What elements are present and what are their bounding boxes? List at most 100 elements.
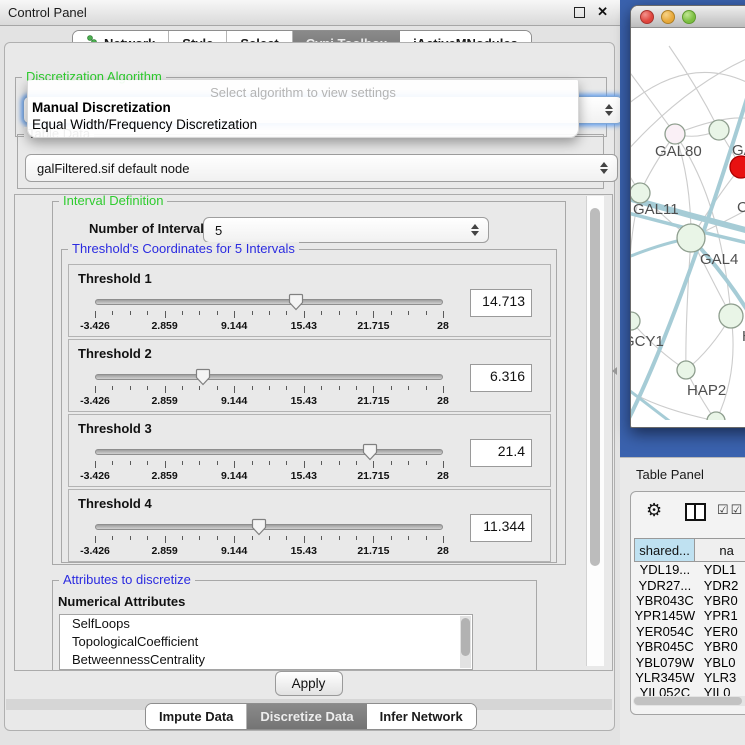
slider-tick-label: 15.43	[291, 320, 317, 332]
table-cell-name: YER0	[696, 624, 745, 639]
close-traffic-light-icon[interactable]	[640, 10, 654, 24]
tab-infer-network[interactable]: Infer Network	[367, 704, 476, 729]
select-columns-checkbox-icons[interactable]: ☑☑	[717, 502, 744, 518]
table-cell-shared-name: YPR145W	[634, 608, 696, 623]
slider-track	[95, 299, 443, 305]
threshold-label: Threshold 4	[78, 496, 152, 511]
settings-scrollbar[interactable]	[586, 196, 604, 666]
interval-definition-title: Interval Definition	[59, 194, 167, 208]
slider-tick	[252, 461, 253, 465]
slider-handle[interactable]	[251, 518, 266, 541]
slider-tick	[217, 536, 218, 540]
slider-tick-label: 15.43	[291, 470, 317, 482]
network-node-green[interactable]	[677, 361, 695, 379]
table-hscrollbar[interactable]	[633, 696, 745, 706]
slider-tick	[286, 386, 287, 390]
slider-tick	[391, 536, 392, 540]
zoom-traffic-light-icon[interactable]	[682, 10, 696, 24]
attribute-list-item[interactable]: SelfLoops	[60, 615, 472, 633]
minimize-traffic-light-icon[interactable]	[661, 10, 675, 24]
slider-tick-label: 15.43	[291, 545, 317, 557]
slider-handle[interactable]	[195, 368, 210, 391]
slider-tick-label: 2.859	[151, 470, 177, 482]
slider-handle[interactable]	[288, 293, 303, 316]
slider-tick	[199, 536, 200, 540]
panel-resize-grip[interactable]	[612, 367, 617, 375]
attribute-list-item[interactable]: BetweennessCentrality	[60, 651, 472, 669]
slider-tick	[234, 386, 235, 393]
threshold-value-input[interactable]: 14.713	[470, 289, 532, 317]
threshold-slider[interactable]: -3.4262.8599.14415.4321.71528	[95, 441, 443, 483]
table-header-cell[interactable]: na	[695, 539, 745, 561]
slider-tick-label: 28	[437, 320, 449, 332]
slider-tick	[165, 536, 166, 543]
slider-tick	[234, 461, 235, 468]
node-table: shared...na YDL19...YDL1YDR27...YDR2YBR0…	[634, 538, 745, 714]
table-cell-shared-name: YLR345W	[634, 670, 696, 685]
close-icon[interactable]: ✕	[597, 4, 608, 20]
attribute-list-item[interactable]: TopologicalCoefficient	[60, 633, 472, 651]
network-canvas[interactable]: GAL80GAGAL11CGAL4GCY1HHAP2	[631, 28, 745, 420]
slider-tick	[130, 386, 131, 390]
network-node-green[interactable]	[707, 412, 725, 420]
tab-impute-data[interactable]: Impute Data	[146, 704, 247, 729]
table-rows: YDL19...YDL1YDR27...YDR2YBR043CYBR0YPR14…	[634, 562, 745, 704]
list-scrollbar[interactable]	[460, 616, 471, 668]
tab-discretize-data[interactable]: Discretize Data	[247, 704, 366, 729]
slider-tick	[304, 311, 305, 318]
dropdown-item-equal-width-frequency[interactable]: Equal Width/Frequency Discretization	[32, 117, 257, 132]
apply-button[interactable]: Apply	[275, 671, 343, 696]
slider-tick-label: 9.144	[221, 545, 247, 557]
slider-tick	[112, 536, 113, 540]
threshold-slider[interactable]: -3.4262.8599.14415.4321.71528	[95, 291, 443, 333]
network-node-pink[interactable]	[665, 124, 685, 144]
network-node-green[interactable]	[631, 312, 640, 330]
threshold-slider[interactable]: -3.4262.8599.14415.4321.71528	[95, 516, 443, 558]
slider-tick	[408, 386, 409, 390]
slider-tick-label: 9.144	[221, 320, 247, 332]
threshold-label: Threshold 3	[78, 421, 152, 436]
apply-bar: Apply	[6, 669, 611, 699]
network-node-label: GCY1	[631, 333, 664, 350]
table-row[interactable]: YBR045CYBR0	[634, 639, 745, 654]
network-node-green[interactable]	[677, 224, 705, 252]
columns-icon[interactable]	[685, 503, 706, 521]
number-of-intervals-combobox[interactable]: 5	[203, 217, 489, 243]
network-node-label: GAL80	[655, 143, 702, 160]
network-node-green[interactable]	[719, 304, 743, 328]
table-row[interactable]: YBL079WYBL0	[634, 654, 745, 669]
slider-tick	[304, 386, 305, 393]
slider-tick	[286, 536, 287, 540]
gear-icon[interactable]: ⚙	[646, 500, 662, 521]
table-row[interactable]: YLR345WYLR3	[634, 670, 745, 685]
table-row[interactable]: YDR27...YDR2	[634, 577, 745, 592]
network-node-red[interactable]	[730, 156, 745, 178]
slider-tick	[165, 311, 166, 318]
network-edge	[631, 72, 745, 112]
network-node-green[interactable]	[631, 183, 650, 203]
network-view-window[interactable]: GAL80GAGAL11CGAL4GCY1HHAP2	[630, 5, 745, 428]
cyni-toolbox-panel: Discretization Algorithm Table Data galF…	[4, 42, 615, 731]
tab-label: Infer Network	[380, 709, 463, 724]
table-row[interactable]: YDL19...YDL1	[634, 562, 745, 577]
table-panel-section: Table Panel ⚙ ☑☑ shared...na YDL19...YDL…	[620, 457, 745, 745]
threshold-value-input[interactable]: 6.316	[470, 364, 532, 392]
slider-handle[interactable]	[362, 443, 377, 466]
slider-tick	[304, 536, 305, 543]
threshold-slider[interactable]: -3.4262.8599.14415.4321.71528	[95, 366, 443, 408]
numerical-attributes-list[interactable]: SelfLoopsTopologicalCoefficientBetweenne…	[59, 614, 473, 670]
threshold-value-input[interactable]: 11.344	[470, 514, 532, 542]
threshold-value-input[interactable]: 21.4	[470, 439, 532, 467]
table-row[interactable]: YER054CYER0	[634, 624, 745, 639]
slider-tick	[147, 386, 148, 390]
table-header-cell[interactable]: shared...	[635, 539, 695, 561]
float-panel-icon[interactable]	[574, 7, 585, 18]
slider-tick-label: 21.715	[357, 545, 389, 557]
network-node-green[interactable]	[709, 120, 729, 140]
slider-tick-label: -3.426	[80, 545, 110, 557]
table-data-combobox[interactable]: galFiltered.sif default node	[25, 154, 618, 182]
table-row[interactable]: YPR145WYPR1	[634, 608, 745, 623]
dropdown-item-manual-discretization[interactable]: Manual Discretization	[32, 100, 171, 115]
desktop-background: GAL80GAGAL11CGAL4GCY1HHAP2	[620, 0, 745, 457]
table-row[interactable]: YBR043CYBR0	[634, 593, 745, 608]
